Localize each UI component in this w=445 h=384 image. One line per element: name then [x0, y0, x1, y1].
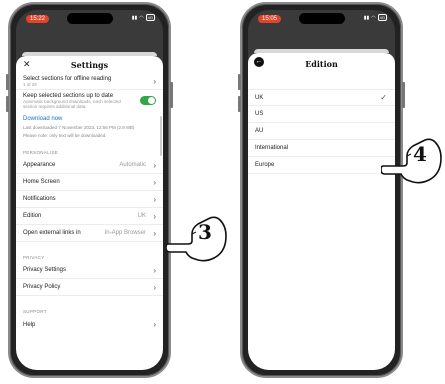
status-icons: ▮▮ ◠ 4G: [364, 14, 387, 21]
right-phone: 15:05 ▮▮ ◠ 4G ← Edition UK ✓ US AU Inter…: [238, 2, 405, 378]
edition-option-uk[interactable]: UK ✓: [248, 89, 395, 106]
keep-updated-desc-2: section requires additional data.: [23, 104, 87, 109]
row-label: Notifications: [23, 196, 56, 202]
left-phone: 15:22 ▮▮ ◠ 4G ✕ Settings Select sections…: [6, 2, 173, 378]
settings-row-privacy-policy[interactable]: Privacy Policy ›: [16, 279, 163, 296]
dynamic-island: [298, 13, 345, 24]
volume-down-button: [6, 96, 9, 112]
battery-icon: 4G: [145, 14, 155, 21]
status-time: 15:05: [258, 15, 282, 23]
callout-number-4: 4: [413, 142, 427, 166]
side-button: [170, 82, 173, 108]
back-arrow-icon[interactable]: ←: [254, 57, 264, 67]
side-button: [402, 82, 405, 108]
page-title: Settings: [70, 60, 109, 70]
row-value: Automatic: [119, 162, 146, 168]
status-bar: 15:05 ▮▮ ◠ 4G: [248, 10, 395, 28]
section-heading-privacy: PRIVACY: [23, 255, 45, 260]
chevron-right-icon: ›: [153, 194, 156, 204]
left-screen: 15:22 ▮▮ ◠ 4G ✕ Settings Select sections…: [16, 10, 163, 370]
row-label: Open external links in: [23, 230, 81, 236]
settings-sheet: ✕ Settings Select sections for offline r…: [16, 52, 163, 370]
edition-option-us[interactable]: US: [248, 106, 395, 123]
battery-icon: 4G: [377, 14, 387, 21]
chevron-right-icon: ›: [153, 265, 156, 275]
wifi-icon: ◠: [371, 14, 376, 21]
signal-icon: ▮▮: [131, 14, 138, 21]
edition-header: ← Edition: [248, 53, 395, 75]
volume-up-button: [6, 74, 9, 90]
row-label: Privacy Settings: [23, 267, 67, 273]
row-value: In-App Browser: [104, 230, 146, 236]
chevron-right-icon: ›: [153, 77, 156, 86]
checkmark-icon: ✓: [380, 93, 387, 102]
row-value: UK: [137, 213, 146, 219]
settings-row-help[interactable]: Help ›: [16, 316, 163, 333]
edition-label: UK: [255, 94, 264, 101]
right-screen: 15:05 ▮▮ ◠ 4G ← Edition UK ✓ US AU Inter…: [248, 10, 395, 370]
section-heading-personalise: PERSONALISE: [23, 150, 59, 155]
edition-option-europe[interactable]: Europe: [248, 157, 395, 174]
edition-label: Europe: [255, 162, 275, 168]
scrollbar[interactable]: [160, 116, 162, 156]
row-label: Home Screen: [23, 179, 60, 185]
edition-option-international[interactable]: International: [248, 140, 395, 157]
row-label: Help: [23, 321, 36, 328]
chevron-right-icon: ›: [153, 211, 156, 221]
section-heading-support: SUPPORT: [23, 309, 47, 314]
settings-row-edition[interactable]: Edition UK ›: [16, 208, 163, 225]
volume-up-button: [238, 74, 241, 90]
dynamic-island: [66, 13, 113, 24]
volume-down-button: [238, 96, 241, 112]
page-title: Edition: [305, 59, 338, 69]
offline-sections-row[interactable]: Select sections for offline reading 1 of…: [16, 74, 163, 90]
row-label: Privacy Policy: [23, 284, 61, 290]
status-icons: ▮▮ ◠ 4G: [132, 14, 155, 21]
status-bar: 15:22 ▮▮ ◠ 4G: [16, 10, 163, 28]
edition-label: International: [255, 145, 289, 151]
callout-step-4: 4: [380, 130, 445, 186]
settings-row-privacy-settings[interactable]: Privacy Settings ›: [16, 262, 163, 279]
settings-row-home-screen[interactable]: Home Screen ›: [16, 174, 163, 191]
row-label: Edition: [23, 213, 42, 219]
close-icon[interactable]: ✕: [23, 59, 31, 70]
chevron-right-icon: ›: [153, 160, 156, 170]
settings-header: ✕ Settings: [16, 56, 163, 74]
wifi-icon: ◠: [139, 14, 144, 21]
edition-label: AU: [255, 128, 264, 134]
chevron-right-icon: ›: [153, 282, 156, 292]
chevron-right-icon: ›: [153, 228, 156, 238]
chevron-right-icon: ›: [153, 177, 156, 187]
settings-row-appearance[interactable]: Appearance Automatic ›: [16, 157, 163, 174]
settings-row-notifications[interactable]: Notifications ›: [16, 191, 163, 208]
status-time: 15:22: [26, 15, 50, 23]
edition-sheet: ← Edition UK ✓ US AU International Europ…: [248, 49, 395, 370]
keep-updated-row: Keep selected sections up to date Automa…: [16, 90, 163, 112]
callout-number-3: 3: [198, 220, 212, 244]
chevron-right-icon: ›: [153, 320, 156, 329]
signal-icon: ▮▮: [363, 14, 370, 21]
keep-updated-toggle[interactable]: [140, 96, 156, 105]
settings-row-external-links[interactable]: Open external links in In-App Browser ›: [16, 225, 163, 242]
offline-sections-count: 1 of 26: [23, 82, 37, 87]
edition-label: US: [255, 111, 264, 117]
row-label: Appearance: [23, 162, 56, 168]
edition-option-au[interactable]: AU: [248, 123, 395, 140]
callout-step-3: 3: [165, 208, 230, 264]
